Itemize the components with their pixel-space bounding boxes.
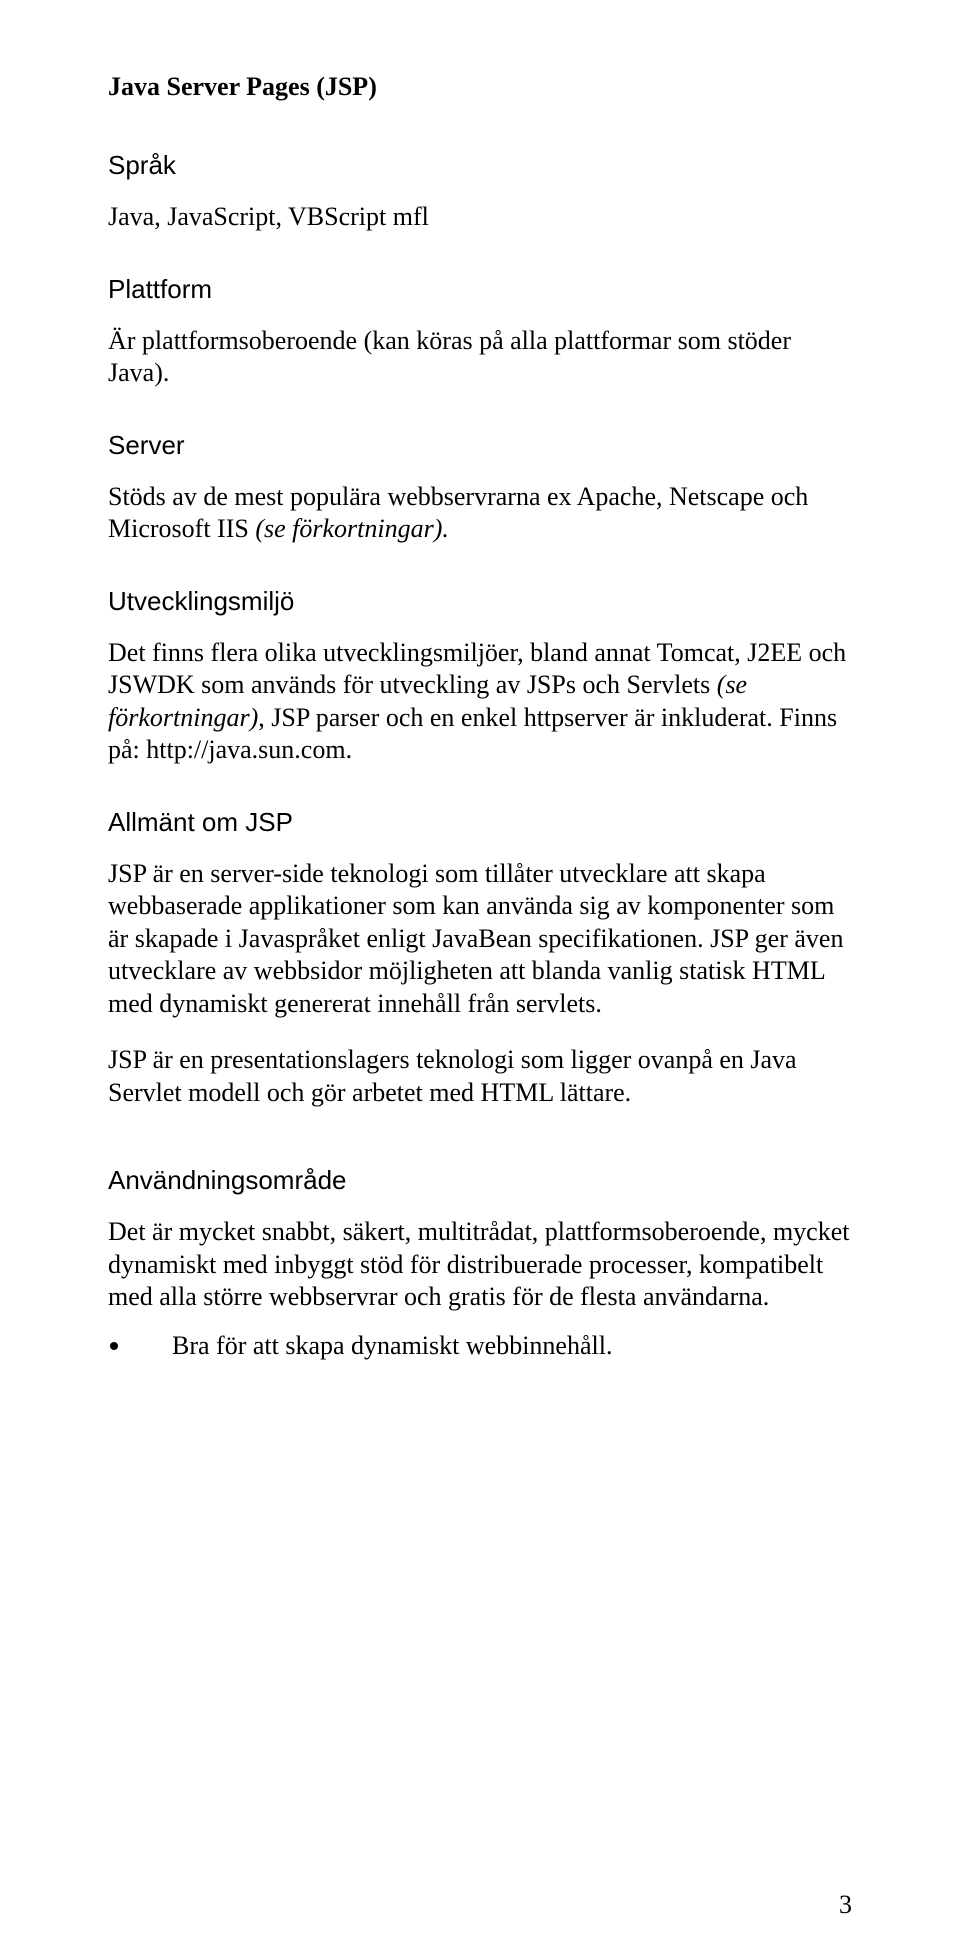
heading-anvandningsomrade: Användningsområde — [108, 1165, 852, 1196]
document-page: Java Server Pages (JSP) Språk Java, Java… — [0, 0, 960, 1956]
body-sprak: Java, JavaScript, VBScript mfl — [108, 201, 852, 234]
bullet-item: Bra för att skapa dynamiskt webbinnehåll… — [108, 1330, 852, 1363]
heading-allmant: Allmänt om JSP — [108, 807, 852, 838]
body-anvandningsomrade-p1: Det är mycket snabbt, säkert, multitråda… — [108, 1216, 852, 1314]
body-allmant-p1: JSP är en server-side teknologi som till… — [108, 858, 852, 1021]
body-server-italic: (se förkortningar). — [255, 514, 449, 543]
heading-sprak: Språk — [108, 150, 852, 181]
body-server: Stöds av de mest populära webbservrarna … — [108, 481, 852, 546]
page-title: Java Server Pages (JSP) — [108, 72, 852, 102]
body-allmant-p2: JSP är en presentationslagers teknologi … — [108, 1044, 852, 1109]
body-server-pre: Stöds av de mest populära webbservrarna … — [108, 482, 808, 544]
body-utvecklingsmiljo: Det finns flera olika utvecklingsmiljöer… — [108, 637, 852, 767]
page-number: 3 — [839, 1890, 852, 1920]
heading-server: Server — [108, 430, 852, 461]
heading-plattform: Plattform — [108, 274, 852, 305]
heading-utvecklingsmiljo: Utvecklingsmiljö — [108, 586, 852, 617]
bullet-text: Bra för att skapa dynamiskt webbinnehåll… — [172, 1330, 612, 1363]
body-plattform: Är plattformsoberoende (kan köras på all… — [108, 325, 852, 390]
bullet-icon — [110, 1342, 118, 1350]
